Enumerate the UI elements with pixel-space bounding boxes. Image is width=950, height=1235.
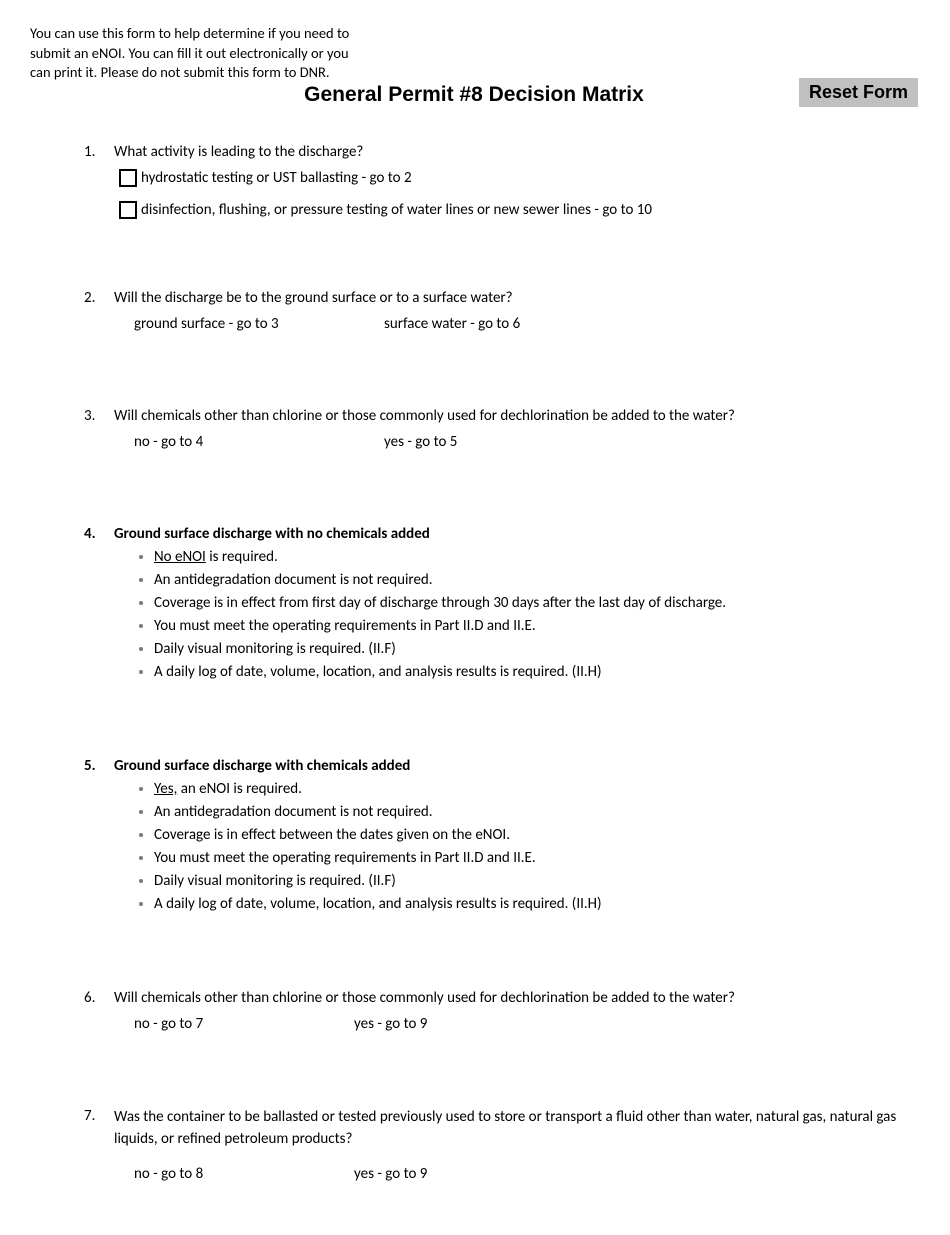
list-item: Daily visual monitoring is required. (II…: [154, 639, 918, 660]
list-item: A daily log of date, volume, location, a…: [154, 894, 918, 915]
question-3: 3. Will chemicals other than chlorine or…: [30, 407, 918, 453]
question-7: 7. Was the container to be ballasted or …: [30, 1107, 918, 1185]
list-item: You must meet the operating requirements…: [154, 616, 918, 637]
item-number: 7.: [84, 1107, 114, 1185]
question-4: 4. Ground surface discharge with no chem…: [30, 525, 918, 685]
section-title: Ground surface discharge with no chemica…: [114, 525, 918, 543]
intro-text: You can use this form to help determine …: [30, 24, 350, 83]
underlined-text: Yes,: [154, 780, 177, 798]
list-item: An antidegradation document is not requi…: [154, 570, 918, 591]
option-a: ground surface - go to 3: [134, 315, 384, 333]
option-b: surface water - go to 6: [384, 315, 520, 333]
question-text: Will chemicals other than chlorine or th…: [114, 989, 918, 1007]
question-1: 1. What activity is leading to the disch…: [30, 143, 918, 229]
option-b: yes - go to 9: [354, 1165, 427, 1183]
item-number: 5.: [84, 757, 114, 917]
section-title: Ground surface discharge with chemicals …: [114, 757, 918, 775]
option-a: no - go to 7: [134, 1015, 354, 1033]
list-item: Yes, an eNOI is required.: [154, 779, 918, 800]
item-number: 1.: [84, 143, 114, 229]
option-b: yes - go to 5: [384, 433, 457, 451]
reset-form-button[interactable]: Reset Form: [799, 78, 918, 107]
checkbox-hydrostatic[interactable]: [119, 169, 137, 187]
option-b: yes - go to 9: [354, 1015, 427, 1033]
item-number: 4.: [84, 525, 114, 685]
list-item: No eNOI is required.: [154, 547, 918, 568]
question-2: 2. Will the discharge be to the ground s…: [30, 289, 918, 335]
option-label: hydrostatic testing or UST ballasting - …: [141, 169, 412, 187]
option-label: disinfection, flushing, or pressure test…: [141, 201, 652, 219]
question-5: 5. Ground surface discharge with chemica…: [30, 757, 918, 917]
underlined-text: No eNOI: [154, 548, 206, 566]
item-number: 3.: [84, 407, 114, 453]
question-text: Was the container to be ballasted or tes…: [114, 1107, 918, 1151]
option-a: no - go to 8: [134, 1165, 354, 1183]
bullet-list: Yes, an eNOI is required. An antidegrada…: [154, 779, 918, 915]
list-item: A daily log of date, volume, location, a…: [154, 662, 918, 683]
item-number: 2.: [84, 289, 114, 335]
question-text: Will the discharge be to the ground surf…: [114, 289, 918, 307]
page-title: General Permit #8 Decision Matrix: [30, 83, 918, 107]
question-text: Will chemicals other than chlorine or th…: [114, 407, 918, 425]
question-6: 6. Will chemicals other than chlorine or…: [30, 989, 918, 1035]
list-item: You must meet the operating requirements…: [154, 848, 918, 869]
bullet-list: No eNOI is required. An antidegradation …: [154, 547, 918, 683]
list-item: Coverage is in effect between the dates …: [154, 825, 918, 846]
list-item: An antidegradation document is not requi…: [154, 802, 918, 823]
list-item: Coverage is in effect from first day of …: [154, 593, 918, 614]
list-item: Daily visual monitoring is required. (II…: [154, 871, 918, 892]
question-text: What activity is leading to the discharg…: [114, 143, 918, 161]
option-a: no - go to 4: [134, 433, 384, 451]
item-number: 6.: [84, 989, 114, 1035]
checkbox-disinfection[interactable]: [119, 201, 137, 219]
